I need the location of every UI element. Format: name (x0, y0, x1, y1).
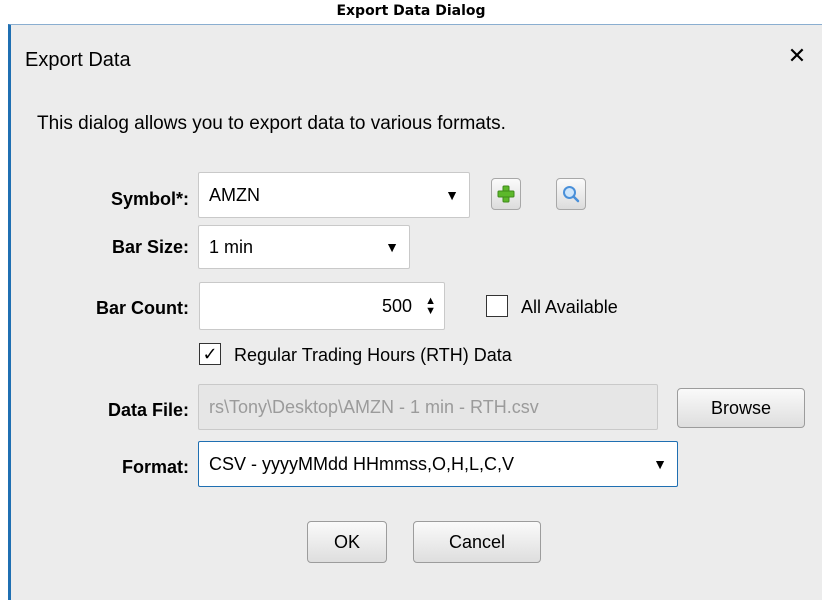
bar-size-value: 1 min (209, 236, 254, 257)
search-icon (563, 186, 580, 203)
export-data-dialog: Export Data ✕ This dialog allows you to … (8, 24, 822, 600)
symbol-value: AMZN (209, 184, 260, 205)
dialog-title-bar[interactable]: Export Data ✕ (11, 25, 822, 97)
bar-size-select[interactable]: 1 min ▼ (198, 225, 410, 269)
rth-checkbox[interactable]: ✓ (199, 343, 221, 365)
format-label: Format: (122, 457, 189, 477)
add-symbol-button[interactable] (491, 178, 521, 210)
all-available-checkbox[interactable] (486, 295, 508, 317)
dialog-title: Export Data (25, 49, 131, 71)
format-select[interactable]: CSV - yyyyMMdd HHmmss,O,H,L,C,V ▼ (198, 441, 678, 487)
rth-label: Regular Trading Hours (RTH) Data (234, 345, 512, 365)
bar-size-label: Bar Size: (111, 237, 189, 257)
bar-count-spinner[interactable]: 500 ▲ ▼ (199, 282, 445, 330)
add-icon (497, 185, 515, 203)
ok-button[interactable]: OK (307, 521, 387, 563)
format-value: CSV - yyyyMMdd HHmmss,O,H,L,C,V (209, 453, 515, 474)
data-file-value: rs\Tony\Desktop\AMZN - 1 min - RTH.csv (209, 396, 539, 417)
browse-button[interactable]: Browse (677, 388, 805, 428)
data-file-label: Data File: (107, 400, 189, 420)
search-symbol-button[interactable] (556, 178, 586, 210)
cancel-button[interactable]: Cancel (413, 521, 541, 563)
chevron-down-icon[interactable]: ▼ (445, 187, 459, 203)
close-button[interactable]: ✕ (782, 41, 812, 71)
data-file-input[interactable]: rs\Tony\Desktop\AMZN - 1 min - RTH.csv (198, 384, 658, 430)
bar-count-value: 500 (381, 295, 412, 316)
chevron-down-icon[interactable]: ▼ (653, 456, 667, 472)
checkmark-icon: ✓ (202, 344, 218, 364)
close-icon: ✕ (787, 43, 807, 68)
page-caption: Export Data Dialog (336, 3, 486, 19)
all-available-label: All Available (521, 297, 618, 317)
spinner-arrows-icon[interactable]: ▲ ▼ (425, 296, 436, 317)
dialog-description: This dialog allows you to export data to… (37, 113, 506, 134)
bar-count-label: Bar Count: (96, 298, 189, 318)
symbol-label: Symbol*: (110, 189, 189, 209)
symbol-combobox[interactable]: AMZN ▼ (198, 172, 470, 218)
chevron-down-icon[interactable]: ▼ (385, 239, 399, 255)
